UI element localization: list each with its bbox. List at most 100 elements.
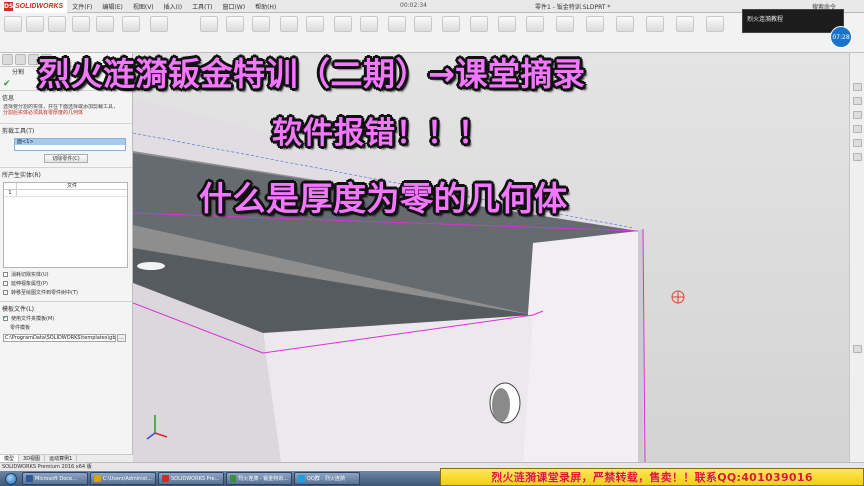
menu-item[interactable]: 窗口(W) bbox=[217, 2, 250, 11]
ribbon-command-icon[interactable] bbox=[586, 16, 604, 32]
overlay-title-error: 软件报错！！！ bbox=[272, 116, 489, 151]
taskbar-task[interactable]: SOLIDWORKS Pre... bbox=[158, 472, 224, 485]
row-file-cell[interactable] bbox=[17, 190, 127, 196]
taskbar-task[interactable]: Microsoft Doce... bbox=[22, 472, 88, 485]
recording-timer-badge[interactable]: 07:28 bbox=[830, 26, 852, 48]
option-checkbox[interactable] bbox=[3, 281, 8, 286]
model-scene[interactable] bbox=[133, 53, 849, 462]
resources-icon[interactable] bbox=[853, 83, 862, 91]
ribbon-command-icon[interactable] bbox=[150, 16, 168, 32]
menu-item[interactable]: 文件(F) bbox=[67, 2, 97, 11]
graphics-area[interactable] bbox=[133, 53, 849, 462]
option-check-row[interactable]: 转移至绘图文件到零件树中(T) bbox=[0, 288, 132, 297]
menu-item[interactable]: 帮助(H) bbox=[250, 2, 281, 11]
column-header-num bbox=[4, 183, 17, 189]
ribbon-command-icon[interactable] bbox=[72, 16, 90, 32]
task-app-icon bbox=[26, 475, 33, 482]
model-hole-inner bbox=[492, 388, 510, 422]
menu-bar: 文件(F) 编辑(E) 视图(V) 插入(I) 工具(T) 窗口(W) 帮助(H) bbox=[67, 2, 281, 11]
ribbon-command-icon[interactable] bbox=[26, 16, 44, 32]
ribbon-command-icon[interactable] bbox=[442, 16, 460, 32]
ribbon-command-icon[interactable] bbox=[388, 16, 406, 32]
ribbon-command-icon[interactable] bbox=[616, 16, 634, 32]
overlay-title-course: 烈火涟漪钣金特训（二期）→课堂摘录 bbox=[38, 55, 586, 93]
ribbon-command-icon[interactable] bbox=[306, 16, 324, 32]
table-row[interactable]: 1 bbox=[4, 190, 127, 197]
trim-tools-selection-box[interactable]: 面<1> bbox=[14, 138, 126, 151]
design-library-icon[interactable] bbox=[853, 97, 862, 105]
menu-item[interactable]: 编辑(E) bbox=[97, 2, 127, 11]
ribbon-command-icon[interactable] bbox=[226, 16, 244, 32]
ribbon-command-icon[interactable] bbox=[676, 16, 694, 32]
solidworks-logo-icon: DS bbox=[4, 1, 14, 11]
task-label: SOLIDWORKS Pre... bbox=[171, 475, 220, 482]
bottom-tabs: 模型 3D视图 运动算例1 bbox=[0, 454, 133, 462]
taskbar-task[interactable]: 烈火连漪 - 钣金特训... bbox=[226, 472, 292, 485]
property-manager-tab-icon[interactable] bbox=[15, 54, 26, 65]
ribbon-command-icon[interactable] bbox=[4, 16, 22, 32]
ribbon-command-icon[interactable] bbox=[334, 16, 352, 32]
ribbon-command-icon[interactable] bbox=[706, 16, 724, 32]
bottom-tab[interactable]: 运动算例1 bbox=[45, 455, 78, 462]
ribbon-command-icon[interactable] bbox=[414, 16, 432, 32]
model-plate-edge[interactable] bbox=[638, 229, 643, 462]
title-bar: DS SOLIDWORKS 文件(F) 编辑(E) 视图(V) 插入(I) 工具(T) 窗… bbox=[0, 0, 864, 13]
column-header-file: 文件 bbox=[66, 183, 77, 189]
option-check-row[interactable]: 消耗切除实体(U) bbox=[0, 270, 132, 279]
solidworks-window: DS SOLIDWORKS 文件(F) 编辑(E) 视图(V) 插入(I) 工具(T) 窗… bbox=[0, 0, 864, 486]
option-label: 转移至绘图文件到零件树中(T) bbox=[11, 290, 78, 296]
app-logo[interactable]: DS SOLIDWORKS bbox=[0, 0, 68, 13]
use-folder-template-check[interactable]: 使用文件夹模板(M) bbox=[0, 314, 132, 323]
taskbar-tasks: Microsoft Doce... C:\Users\Administ... SOL… bbox=[22, 472, 362, 485]
ribbon-command-icon[interactable] bbox=[526, 16, 544, 32]
selected-face-item[interactable]: 面<1> bbox=[15, 139, 125, 145]
ribbon-command-icon[interactable] bbox=[556, 16, 574, 32]
recording-popup[interactable]: 烈火连漪教程 bbox=[742, 9, 844, 33]
ribbon-command-icon[interactable] bbox=[470, 16, 488, 32]
ribbon-command-icon[interactable] bbox=[122, 16, 140, 32]
model-side-plate[interactable] bbox=[523, 231, 643, 462]
taskbar-task[interactable]: QQ群 - 烈火连漪 bbox=[294, 472, 360, 485]
model-lower-face[interactable] bbox=[263, 315, 533, 462]
ribbon-command-icon[interactable] bbox=[360, 16, 378, 32]
template-section-header[interactable]: 模板文件(L) bbox=[0, 301, 132, 314]
command-manager bbox=[0, 13, 864, 53]
ribbon-command-icon[interactable] bbox=[252, 16, 270, 32]
resulting-bodies-table[interactable]: 文件 1 bbox=[3, 182, 128, 268]
banner-text: 烈火涟漪课堂录屏，严禁转载，售卖！！联系QQ:401039016 bbox=[491, 471, 813, 484]
ribbon-command-icon[interactable] bbox=[200, 16, 218, 32]
collapse-pane-icon[interactable] bbox=[853, 345, 862, 353]
ribbon-command-icon[interactable] bbox=[498, 16, 516, 32]
bottom-tab[interactable]: 3D视图 bbox=[19, 455, 46, 462]
ribbon-command-icon[interactable] bbox=[96, 16, 114, 32]
overlay-title-question: 什么是厚度为零的几何体 bbox=[199, 179, 568, 218]
ribbon-command-icon[interactable] bbox=[280, 16, 298, 32]
appearances-icon[interactable] bbox=[853, 139, 862, 147]
table-header: 文件 bbox=[4, 183, 127, 190]
ribbon-command-icon[interactable] bbox=[48, 16, 66, 32]
template-path-input[interactable]: C:\ProgramData\SOLIDWORKS\templates\gb_p… bbox=[3, 334, 116, 342]
menu-item[interactable]: 工具(T) bbox=[187, 2, 217, 11]
option-checkbox[interactable] bbox=[3, 272, 8, 277]
bottom-tab[interactable]: 模型 bbox=[0, 455, 20, 462]
task-label: C:\Users\Administ... bbox=[102, 475, 152, 482]
menu-item[interactable]: 插入(I) bbox=[159, 2, 187, 11]
trim-tools-section-header[interactable]: 剪裁工具(T) bbox=[0, 123, 132, 136]
model-slot[interactable] bbox=[137, 262, 165, 270]
file-explorer-icon[interactable] bbox=[853, 111, 862, 119]
option-checkbox[interactable] bbox=[3, 290, 8, 295]
view-palette-icon[interactable] bbox=[853, 125, 862, 133]
option-check-row[interactable]: 延伸视象属性(P) bbox=[0, 279, 132, 288]
feature-manager-tab-icon[interactable] bbox=[2, 54, 13, 65]
start-button[interactable] bbox=[0, 471, 22, 486]
ribbon-command-icon[interactable] bbox=[646, 16, 664, 32]
custom-properties-icon[interactable] bbox=[853, 153, 862, 161]
menu-item[interactable]: 视图(V) bbox=[128, 2, 159, 11]
cut-part-button[interactable]: 切除零件(C) bbox=[44, 154, 88, 163]
windows-start-icon bbox=[5, 472, 17, 485]
resulting-bodies-section-header[interactable]: 所产生实体(R) bbox=[0, 167, 132, 180]
copyright-banner: 烈火涟漪课堂录屏，严禁转载，售卖！！联系QQ:401039016 bbox=[440, 468, 864, 486]
taskbar-task[interactable]: C:\Users\Administ... bbox=[90, 472, 156, 485]
use-folder-template-checkbox[interactable] bbox=[3, 314, 8, 321]
browse-button[interactable]: ... bbox=[117, 334, 126, 342]
